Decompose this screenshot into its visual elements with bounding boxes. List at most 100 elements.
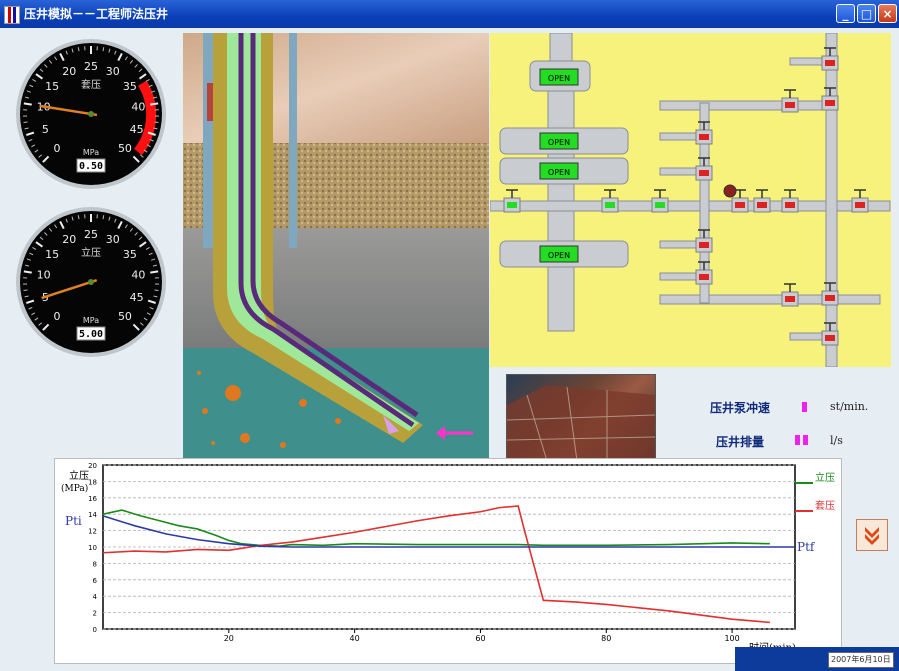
pump-rate-label: 压井排量	[716, 435, 765, 449]
upper-header-pipe	[659, 100, 831, 111]
gauge-tick-label: 20	[62, 233, 76, 246]
app-icon	[4, 6, 20, 24]
valve-closed-indicator	[825, 60, 835, 66]
gauge-reading: 0.50	[79, 161, 103, 172]
casing-pressure-gauge: 05101520253035404550 套压 MPa 0.50	[14, 37, 168, 191]
double-chevron-down-icon	[865, 527, 879, 545]
manifold-branch	[659, 167, 701, 176]
manifold-branch	[659, 272, 701, 281]
casing-right-wall	[289, 33, 297, 248]
valve-closed-indicator	[825, 295, 835, 301]
y-tick-label: 12	[88, 528, 97, 536]
gauge-tick-label: 15	[45, 80, 59, 93]
valve-closed-indicator	[699, 242, 709, 248]
pressure-chart: 0 2 4 6 8 10 12 14 16 18 20 20 40 60 80 100 立压 (MPa) P…	[54, 458, 842, 664]
gauge-major-tick	[150, 270, 159, 274]
gauge-tick-label: 35	[123, 80, 137, 93]
gauge-unit: MPa	[83, 148, 99, 157]
valve-closed-indicator	[735, 202, 745, 208]
valve-open-label: OPEN	[548, 168, 570, 177]
gauge-tick-label: 45	[130, 123, 144, 136]
y-tick-label: 6	[93, 577, 98, 585]
gauge-tick-label: 40	[131, 100, 145, 113]
valve-closed-indicator	[785, 202, 795, 208]
manifold-branch	[659, 240, 701, 249]
y-tick-label: 20	[88, 462, 97, 470]
manifold-branch	[789, 332, 827, 341]
y-tick-label: 10	[88, 544, 97, 552]
gauge-minor-tick	[23, 289, 28, 292]
gauge-label: 套压	[81, 78, 101, 91]
valve-closed-indicator	[825, 100, 835, 106]
gauge-tick-label: 5	[42, 123, 49, 136]
y-tick-label: 4	[93, 593, 98, 601]
standpipe-pressure-gauge: 05101520253035404550 立压 MPa 5.00	[14, 205, 168, 359]
maximize-button[interactable]: □	[857, 4, 876, 23]
pump-stroke-indicator	[802, 402, 807, 412]
valve-closed-indicator	[699, 170, 709, 176]
reservoir-layer	[183, 348, 489, 459]
valve-closed-indicator	[855, 202, 865, 208]
casing-left-wall	[203, 33, 213, 248]
pump-panel: 压井泵冲速 st/min. 压井排量 l/s	[490, 367, 891, 463]
manifold-branch	[659, 132, 701, 141]
gauge-minor-tick	[154, 289, 159, 292]
y-tick-label: 0	[93, 626, 97, 634]
gauge-major-tick	[23, 270, 32, 274]
gauge-tick-label: 25	[84, 228, 98, 241]
legend-standpipe: 立压	[815, 471, 835, 484]
close-button[interactable]: ×	[878, 4, 897, 23]
window-title: 压井模拟－－工程师法压井	[24, 7, 169, 21]
minimize-button[interactable]: _	[836, 4, 855, 23]
valve-closed-indicator	[757, 202, 767, 208]
gauge-tick-label: 50	[118, 142, 132, 155]
valve-open-label: OPEN	[548, 251, 570, 260]
gauge-tick-label: 25	[84, 60, 98, 73]
valve-open-indicator	[655, 202, 665, 208]
gauge-reading: 5.00	[79, 329, 103, 340]
x-tick-label: 80	[601, 634, 611, 643]
valve-open-label: OPEN	[548, 74, 570, 83]
valve-open-label: OPEN	[548, 138, 570, 147]
gauge-tick-label: 0	[54, 142, 61, 155]
gauge-tick-label: 50	[118, 310, 132, 323]
pump-rate-indicator	[795, 435, 800, 445]
x-tick-label: 20	[224, 634, 234, 643]
ptf-label: Ptf	[797, 540, 816, 554]
gauge-major-tick	[23, 102, 32, 106]
x-tick-label: 60	[475, 634, 485, 643]
gauge-major-tick	[150, 102, 159, 106]
lower-header-pipe	[659, 294, 881, 305]
valve-closed-indicator	[785, 296, 795, 302]
collapse-chart-button[interactable]	[856, 519, 888, 551]
valve-open-indicator	[507, 202, 517, 208]
gauge-tick-label: 20	[62, 65, 76, 78]
x-tick-label: 100	[724, 634, 739, 643]
pump-stroke-label: 压井泵冲速	[710, 401, 771, 415]
gauge-tick-label: 15	[45, 248, 59, 261]
gauge-tick-label: 40	[131, 268, 145, 281]
valve-closed-indicator	[785, 102, 795, 108]
pump-rate-unit: l/s	[830, 434, 843, 447]
y-tick-label: 16	[88, 495, 97, 503]
system-tray-clock: 2007年6月10日	[828, 652, 894, 668]
choke-gauge-icon	[723, 184, 737, 198]
pump-stroke-unit: st/min.	[830, 400, 869, 413]
vertical-main-pipe	[825, 32, 838, 368]
gauge-tick-label: 45	[130, 291, 144, 304]
gauge-tick-label: 35	[123, 248, 137, 261]
title-bar[interactable]: 压井模拟－－工程师法压井 _ □ ×	[0, 0, 899, 28]
gauge-tick-label: 30	[106, 233, 120, 246]
valve-open-indicator	[605, 202, 615, 208]
gauge-tick-label: 0	[54, 310, 61, 323]
gauge-unit: MPa	[83, 316, 99, 325]
rig-photo	[506, 374, 656, 462]
y-tick-label: 14	[88, 511, 97, 519]
gauge-tick-label: 10	[37, 268, 51, 281]
valve-closed-indicator	[699, 274, 709, 280]
pti-label: Pti	[65, 514, 82, 528]
gauge-label: 立压	[81, 246, 101, 259]
manifold-branch	[789, 57, 827, 66]
y-axis-label: 立压	[69, 469, 89, 482]
y-tick-label: 18	[88, 478, 97, 486]
